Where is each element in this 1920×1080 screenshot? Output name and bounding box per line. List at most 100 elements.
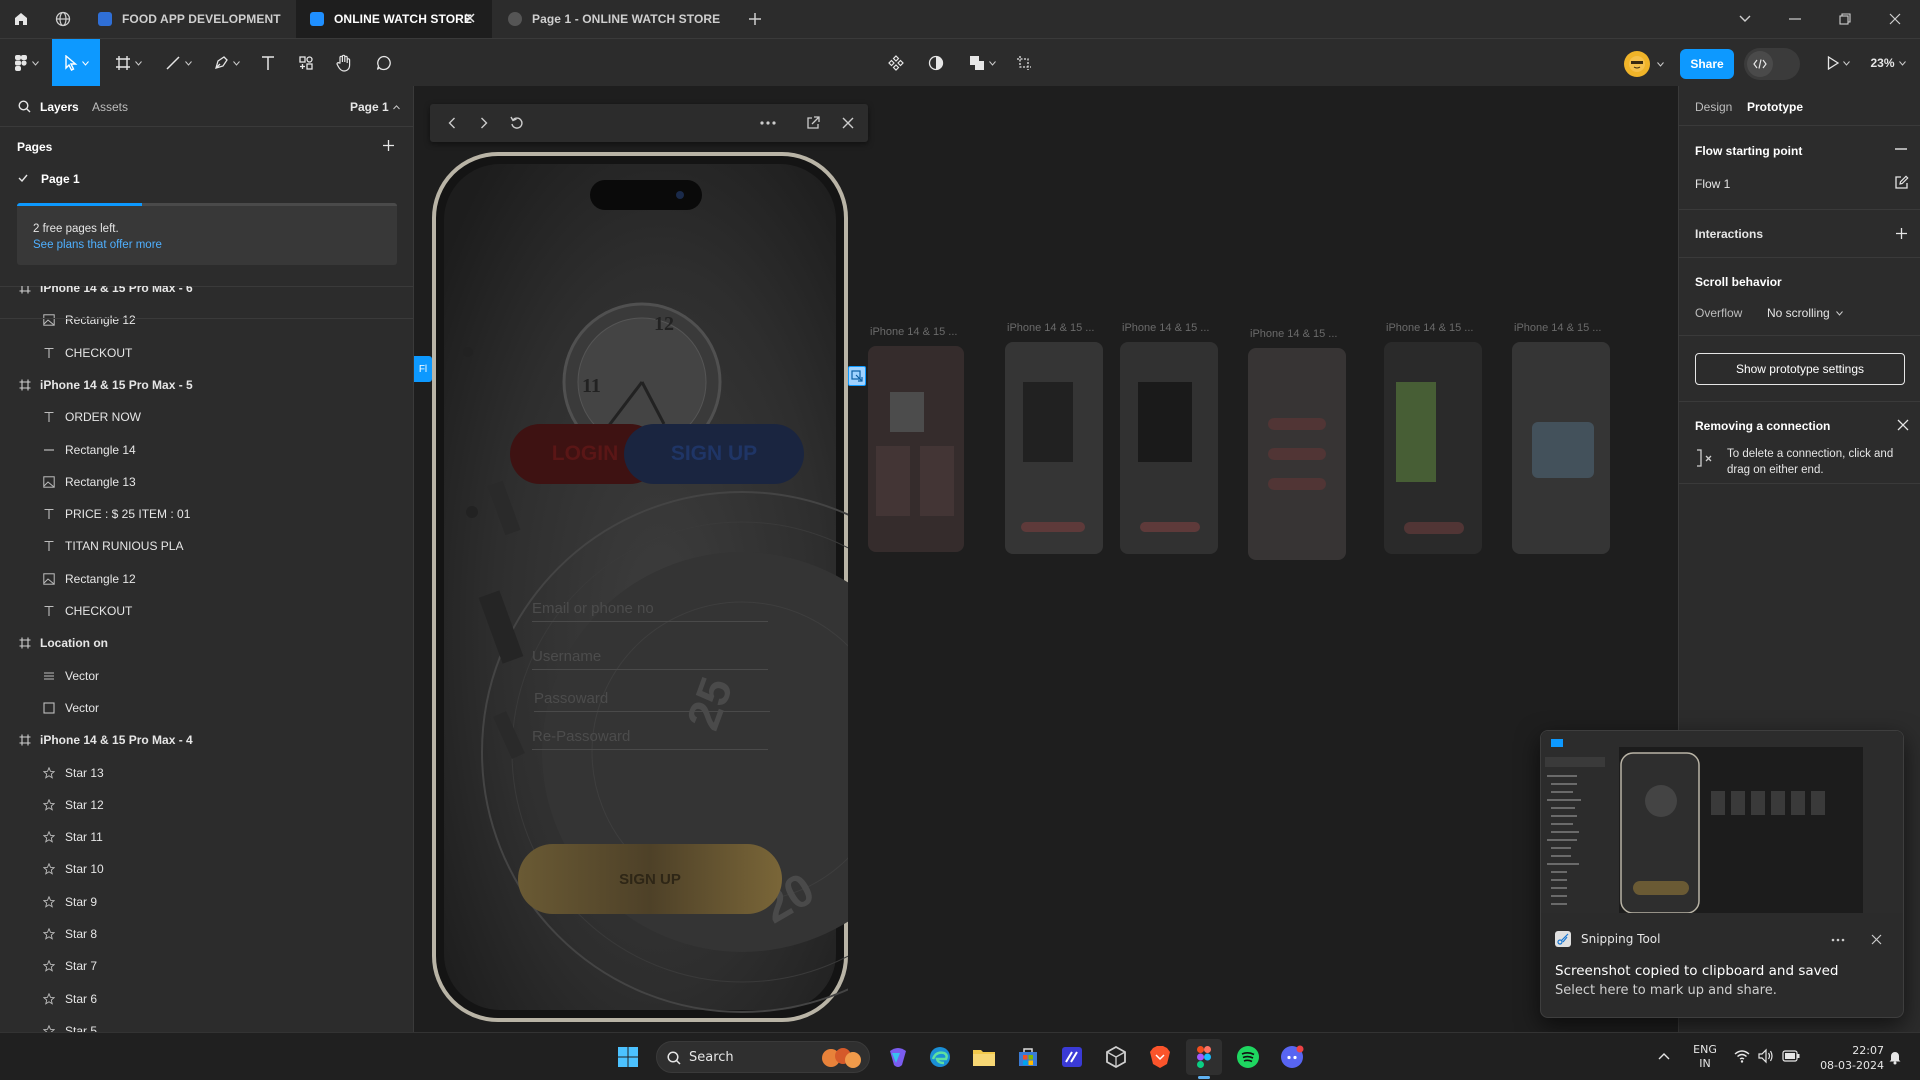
resources-button[interactable] (290, 39, 322, 87)
edge-icon[interactable] (922, 1039, 958, 1075)
shape-tool-button[interactable] (158, 39, 198, 87)
start-button[interactable] (610, 1039, 646, 1075)
layer-row[interactable]: Star 11 (0, 821, 413, 853)
pen-tool-button[interactable] (206, 39, 246, 87)
chevron-up-icon[interactable] (1658, 1052, 1670, 1060)
frame-label[interactable]: iPhone 14 & 15 ... (1007, 322, 1094, 334)
move-tool-button[interactable] (52, 39, 100, 87)
volume-icon[interactable] (1758, 1048, 1774, 1064)
frame-thumbnail[interactable] (1384, 342, 1482, 554)
show-prototype-settings-button[interactable]: Show prototype settings (1695, 353, 1905, 385)
create-component-button[interactable] (880, 39, 912, 87)
search-icon[interactable] (18, 100, 31, 113)
page-selector[interactable]: Page 1 (350, 100, 400, 114)
layer-row-frame[interactable]: iPhone 14 & 15 Pro Max - 5 (0, 369, 413, 401)
frame-label[interactable]: iPhone 14 & 15 ... (870, 326, 957, 338)
tab-page-1-online-watch-store[interactable]: Page 1 - ONLINE WATCH STORE (494, 0, 734, 38)
unity-icon[interactable] (1098, 1039, 1134, 1075)
frame-label[interactable]: iPhone 14 & 15 ... (1122, 322, 1209, 334)
text-tool-button[interactable] (252, 39, 284, 87)
layer-row[interactable]: Star 10 (0, 853, 413, 885)
frame-label[interactable]: iPhone 14 & 15 ... (1250, 328, 1337, 340)
battery-icon[interactable] (1782, 1050, 1800, 1062)
tab-layers[interactable]: Layers (40, 100, 79, 114)
layer-row[interactable]: Vector (0, 660, 413, 692)
restore-icon[interactable] (1820, 0, 1870, 38)
layer-row[interactable]: ORDER NOW (0, 401, 413, 433)
comment-tool-button[interactable] (368, 39, 400, 87)
zoom-menu[interactable]: 23% (1862, 39, 1914, 87)
remove-flow-minus-icon[interactable] (1895, 148, 1907, 150)
tab-online-watch-store[interactable]: ONLINE WATCH STORE (296, 0, 492, 38)
layer-row[interactable]: PRICE : $ 25 ITEM : 01 (0, 498, 413, 530)
overflow-select[interactable]: No scrolling (1767, 306, 1843, 320)
layer-row[interactable]: Star 12 (0, 789, 413, 821)
see-plans-link[interactable]: See plans that offer more (33, 239, 162, 251)
layer-row-frame[interactable]: iPhone 14 & 15 Pro Max - 4 (0, 724, 413, 756)
language-indicator[interactable]: ENG IN (1690, 1043, 1720, 1071)
layer-row[interactable]: Star 9 (0, 886, 413, 918)
home-icon[interactable] (0, 0, 42, 38)
file-explorer-icon[interactable] (966, 1039, 1002, 1075)
snipping-tool-notification[interactable]: Snipping Tool Screenshot copied to clipb… (1540, 730, 1904, 1018)
layer-row[interactable]: Star 7 (0, 950, 413, 982)
notification-bell-icon[interactable] (1888, 1049, 1902, 1065)
taskbar-search[interactable]: Search (656, 1041, 870, 1073)
chevron-down-icon[interactable] (1720, 0, 1770, 38)
toast-close-icon[interactable] (1871, 934, 1882, 945)
layer-row[interactable]: CHECKOUT (0, 595, 413, 627)
avatar[interactable] (1624, 51, 1650, 77)
edit-flow-icon[interactable] (1894, 175, 1909, 190)
tab-assets[interactable]: Assets (92, 100, 128, 114)
layer-row[interactable]: Rectangle 12 (0, 304, 413, 336)
layer-row[interactable]: Rectangle 13 (0, 466, 413, 498)
frame-thumbnail[interactable] (868, 346, 964, 552)
layer-row[interactable]: Rectangle 14 (0, 434, 413, 466)
close-tab-icon[interactable] (464, 12, 476, 24)
layer-row[interactable]: Star 5 (0, 1015, 413, 1032)
close-window-icon[interactable] (1870, 0, 1920, 38)
tab-prototype[interactable]: Prototype (1747, 100, 1803, 114)
share-button[interactable]: Share (1680, 49, 1734, 79)
mask-button[interactable] (920, 39, 952, 87)
layer-row[interactable]: Rectangle 12 (0, 563, 413, 595)
dev-mode-toggle[interactable] (1744, 48, 1800, 80)
layer-row[interactable]: Star 6 (0, 983, 413, 1015)
new-tab-plus-icon[interactable] (734, 0, 776, 38)
close-hint-icon[interactable] (1897, 419, 1909, 431)
brave-icon[interactable] (1142, 1039, 1178, 1075)
layer-row[interactable]: Star 13 (0, 757, 413, 789)
layer-row[interactable]: CHECKOUT (0, 337, 413, 369)
tab-food-app-development[interactable]: FOOD APP DEVELOPMENT (84, 0, 294, 38)
discord-icon[interactable] (1274, 1039, 1310, 1075)
globe-icon[interactable] (42, 0, 84, 38)
clock[interactable]: 22:07 08-03-2024 (1810, 1043, 1884, 1073)
copilot-icon[interactable] (880, 1039, 916, 1075)
toast-more-icon[interactable] (1831, 938, 1845, 942)
minimize-icon[interactable] (1770, 0, 1820, 38)
canvas[interactable]: Fl 25 20 11 12 LOGIN SIGN UP Email or ph… (414, 86, 1678, 1032)
frame-thumbnail[interactable] (1005, 342, 1103, 554)
hand-tool-button[interactable] (328, 39, 360, 87)
microsoft-store-icon[interactable] (1010, 1039, 1046, 1075)
frame-thumbnail[interactable] (1120, 342, 1218, 554)
frame-thumbnail[interactable] (1248, 348, 1346, 560)
spotify-icon[interactable] (1230, 1039, 1266, 1075)
frame-label[interactable]: iPhone 14 & 15 ... (1386, 322, 1473, 334)
visual-studio-icon[interactable] (1054, 1039, 1090, 1075)
frame-tool-button[interactable] (108, 39, 148, 87)
add-page-plus-icon[interactable] (382, 139, 395, 152)
boolean-button[interactable] (962, 39, 1002, 87)
layer-row[interactable]: Star 8 (0, 918, 413, 950)
present-button[interactable] (1818, 39, 1858, 87)
layer-row[interactable]: TITAN RUNIOUS PLA (0, 530, 413, 562)
frame-label[interactable]: iPhone 14 & 15 ... (1514, 322, 1601, 334)
flow-name[interactable]: Flow 1 (1695, 177, 1730, 191)
crop-button[interactable] (1008, 39, 1040, 87)
avatar-chevron-icon[interactable] (1657, 62, 1664, 67)
add-interaction-plus-icon[interactable] (1895, 227, 1908, 240)
layer-row-frame[interactable]: Location on (0, 627, 413, 659)
tab-design[interactable]: Design (1695, 100, 1732, 114)
figma-taskbar-icon[interactable] (1186, 1039, 1222, 1079)
layer-row-frame[interactable]: iPhone 14 & 15 Pro Max - 6 (0, 286, 413, 304)
